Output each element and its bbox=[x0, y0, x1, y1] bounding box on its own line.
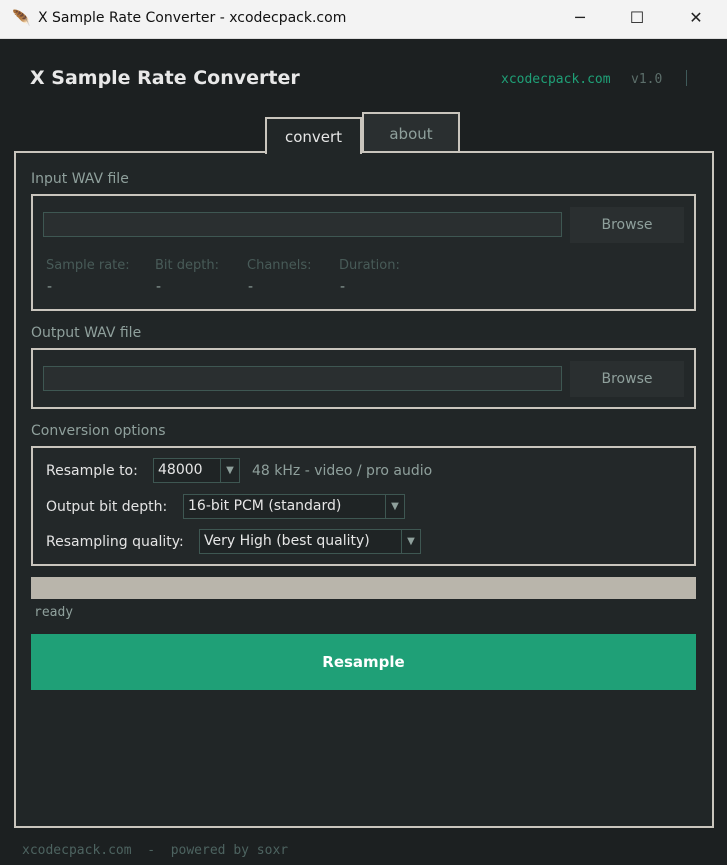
output-section-label: Output WAV file bbox=[31, 325, 142, 341]
header-separator bbox=[686, 70, 687, 86]
quality-select[interactable]: Very High (best quality) ▼ bbox=[199, 529, 421, 554]
resample-button[interactable]: Resample bbox=[31, 634, 696, 690]
channels-label: Channels: bbox=[247, 258, 312, 273]
status-text: ready bbox=[34, 605, 74, 620]
resample-to-label: Resample to: bbox=[46, 463, 138, 479]
channels-value: - bbox=[248, 279, 254, 295]
tab-convert[interactable]: convert bbox=[265, 117, 362, 154]
chevron-down-icon: ▼ bbox=[401, 530, 420, 553]
duration-label: Duration: bbox=[339, 258, 400, 273]
app-title: X Sample Rate Converter bbox=[30, 67, 300, 89]
output-path-field[interactable] bbox=[43, 366, 562, 391]
chevron-down-icon: ▼ bbox=[220, 459, 239, 482]
minimize-button[interactable]: ─ bbox=[565, 8, 595, 27]
sample-rate-label: Sample rate: bbox=[46, 258, 130, 273]
bit-depth-value: - bbox=[156, 279, 162, 295]
input-browse-button[interactable]: Browse bbox=[570, 207, 684, 243]
chevron-down-icon: ▼ bbox=[385, 495, 404, 518]
quality-label: Resampling quality: bbox=[46, 534, 184, 550]
bit-depth-select[interactable]: 16-bit PCM (standard) ▼ bbox=[183, 494, 405, 519]
resample-hint: 48 kHz - video / pro audio bbox=[252, 463, 433, 479]
resample-rate-value: 48000 bbox=[158, 462, 203, 478]
feather-icon: 🪶 bbox=[12, 9, 31, 27]
progress-bar bbox=[31, 577, 696, 599]
title-bar: 🪶 X Sample Rate Converter - xcodecpack.c… bbox=[0, 0, 727, 39]
bit-depth-option-label: Output bit depth: bbox=[46, 499, 168, 515]
version-label: v1.0 bbox=[631, 72, 663, 87]
bit-depth-label: Bit depth: bbox=[155, 258, 219, 273]
input-path-field[interactable] bbox=[43, 212, 562, 237]
window-title: X Sample Rate Converter - xcodecpack.com bbox=[38, 10, 347, 26]
quality-select-value: Very High (best quality) bbox=[204, 533, 370, 549]
site-link[interactable]: xcodecpack.com bbox=[501, 72, 611, 87]
footer-text: xcodecpack.com - powered by soxr bbox=[22, 843, 289, 858]
close-button[interactable]: ✕ bbox=[681, 8, 711, 27]
output-browse-button[interactable]: Browse bbox=[570, 361, 684, 397]
tab-about[interactable]: about bbox=[362, 112, 460, 151]
bit-depth-select-value: 16-bit PCM (standard) bbox=[188, 498, 342, 514]
sample-rate-value: - bbox=[47, 279, 53, 295]
options-section-label: Conversion options bbox=[31, 423, 166, 439]
input-section-label: Input WAV file bbox=[31, 171, 129, 187]
duration-value: - bbox=[340, 279, 346, 295]
maximize-button[interactable]: ☐ bbox=[622, 8, 652, 27]
resample-rate-select[interactable]: 48000 ▼ bbox=[153, 458, 240, 483]
